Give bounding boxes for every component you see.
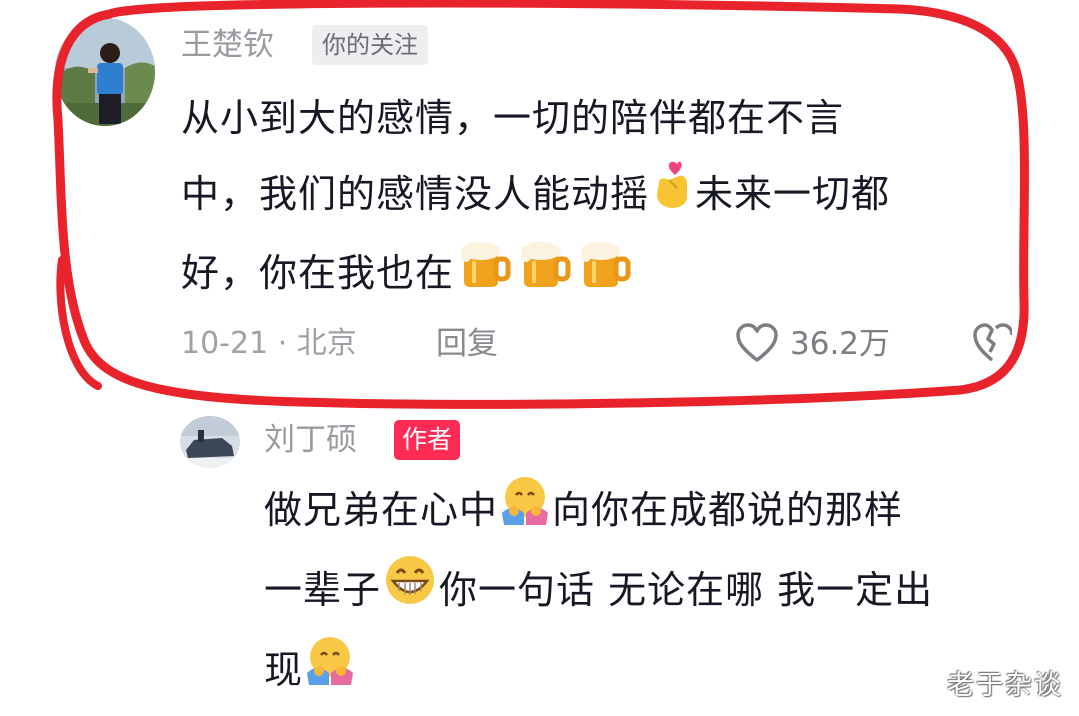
like-heart-icon[interactable] bbox=[734, 322, 780, 364]
reply-line-1-text-b: 向你在成都说的那样 bbox=[552, 488, 904, 532]
comment-text: 从小到大的感情，一切的陪伴都在不言 中，我们的感情没人能动摇 未来一切都 好，你在… bbox=[181, 80, 890, 316]
reply-line-2-text-b: 你一句话 无论在哪 我一定出 bbox=[439, 568, 934, 612]
beer-mug-emoji bbox=[574, 235, 634, 316]
grin-emoji bbox=[381, 553, 439, 632]
avatar-photo bbox=[180, 416, 240, 468]
comment-date-location: 10-21 · 北京 bbox=[181, 326, 357, 361]
comment-line-3: 好，你在我也在 bbox=[181, 235, 890, 316]
reply-line-1: 做兄弟在心中 向你在成都说的那样 bbox=[264, 472, 933, 552]
following-badge: 你的关注 bbox=[312, 25, 428, 65]
commenter-avatar[interactable] bbox=[55, 18, 155, 126]
comment-line-2: 中，我们的感情没人能动摇 未来一切都 bbox=[181, 156, 890, 235]
comment-line-1-text: 从小到大的感情，一切的陪伴都在不言 bbox=[181, 96, 845, 140]
reply-author-avatar[interactable] bbox=[180, 416, 240, 468]
reply-line-1-text-a: 做兄弟在心中 bbox=[264, 488, 499, 532]
comment-line-2-text-a: 中，我们的感情没人能动摇 bbox=[181, 172, 650, 216]
comment-line-1: 从小到大的感情，一切的陪伴都在不言 bbox=[181, 80, 890, 156]
reply-line-2: 一辈子 你一句话 无论在哪 我一定出 bbox=[264, 552, 933, 632]
reply-button[interactable]: 回复 bbox=[436, 324, 498, 364]
watermark: 老于杂谈 bbox=[947, 670, 1063, 701]
heart-hand-emoji bbox=[649, 159, 695, 235]
reply-line-3-text: 现 bbox=[264, 648, 304, 692]
avatar-photo bbox=[55, 18, 155, 126]
reply-line-2-text-a: 一辈子 bbox=[264, 568, 382, 612]
comment-line-3-text: 好，你在我也在 bbox=[181, 250, 455, 295]
dislike-broken-heart-icon[interactable] bbox=[972, 322, 1012, 364]
commenter-username[interactable]: 王楚钦 bbox=[181, 25, 274, 65]
reply-text: 做兄弟在心中 向你在成都说的那样 一辈子 你一句话 无论在哪 我一定出 现 bbox=[264, 472, 933, 712]
like-count: 36.2万 bbox=[790, 326, 891, 362]
beer-mug-emoji bbox=[514, 235, 574, 316]
reply-username[interactable]: 刘丁硕 bbox=[264, 420, 357, 460]
reply-line-3: 现 bbox=[264, 632, 933, 712]
beer-mug-emoji bbox=[454, 235, 514, 316]
comment-line-2-text-b: 未来一切都 bbox=[695, 172, 891, 216]
author-badge: 作者 bbox=[394, 420, 461, 460]
hug-emoji bbox=[303, 633, 357, 712]
hug-emoji bbox=[498, 473, 552, 552]
